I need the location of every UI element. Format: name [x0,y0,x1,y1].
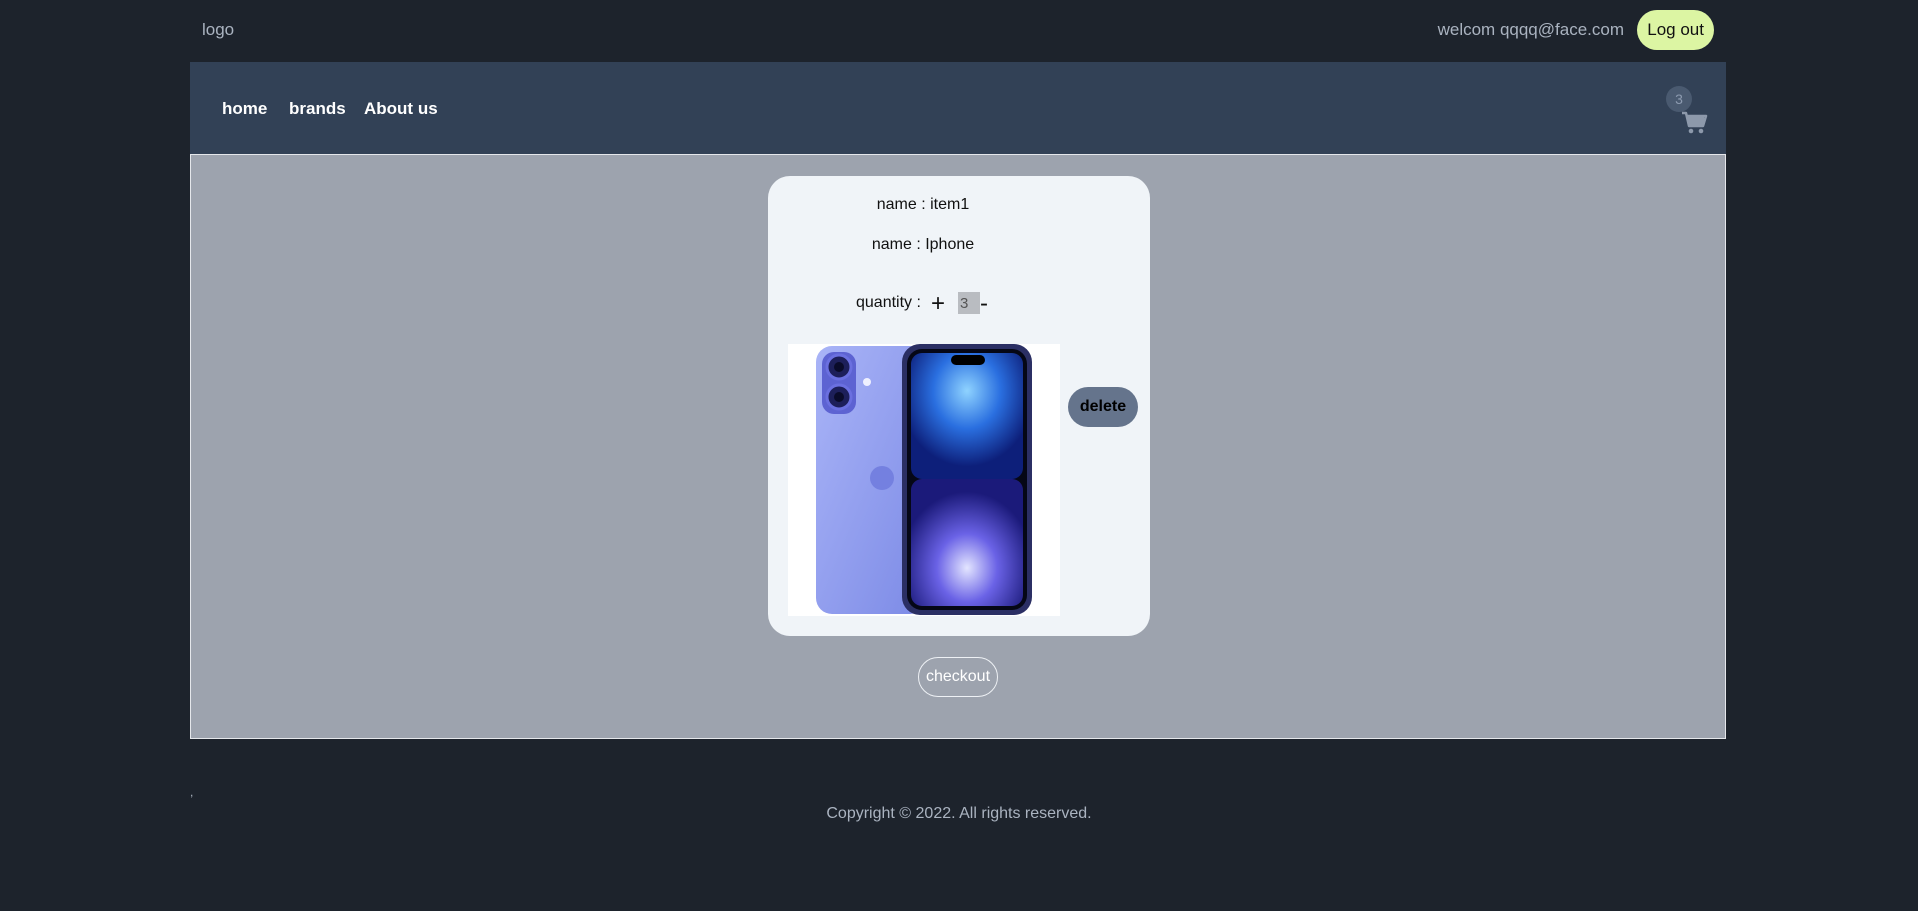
nav-link-brands[interactable]: brands [289,99,346,119]
main-nav: home brands About us 3 [190,62,1726,154]
decrement-button[interactable]: - [980,289,988,319]
logo-text: logo [202,20,235,39]
checkout-button[interactable]: checkout [918,657,998,697]
quantity-stepper: quantity : + - [768,290,1150,320]
logout-button[interactable]: Log out [1637,10,1714,50]
cart-icon[interactable] [1680,108,1708,136]
top-bar: logo welcom qqqq@face.com Log out [190,0,1726,62]
cart-content-area: name : item1 name : Iphone quantity : + … [190,154,1726,739]
copyright-text: Copyright © 2022. All rights reserved. [826,805,1092,822]
item-name-label: name : item1 [876,196,970,213]
quantity-label: quantity : [856,294,921,311]
nav-link-about-us[interactable]: About us [364,99,438,119]
product-image [788,344,1060,616]
increment-button[interactable]: + [931,289,945,319]
nav-link-home[interactable]: home [222,99,267,119]
iphone-illustration [816,344,1032,615]
quantity-input[interactable] [958,292,980,314]
cart-item-card: name : item1 name : Iphone quantity : + … [768,176,1150,636]
item-product-name: name : Iphone [871,236,975,253]
delete-button[interactable]: delete [1068,387,1138,427]
welcome-text: welcom qqqq@face.com [1437,20,1624,39]
footer-mark: , [190,785,194,799]
